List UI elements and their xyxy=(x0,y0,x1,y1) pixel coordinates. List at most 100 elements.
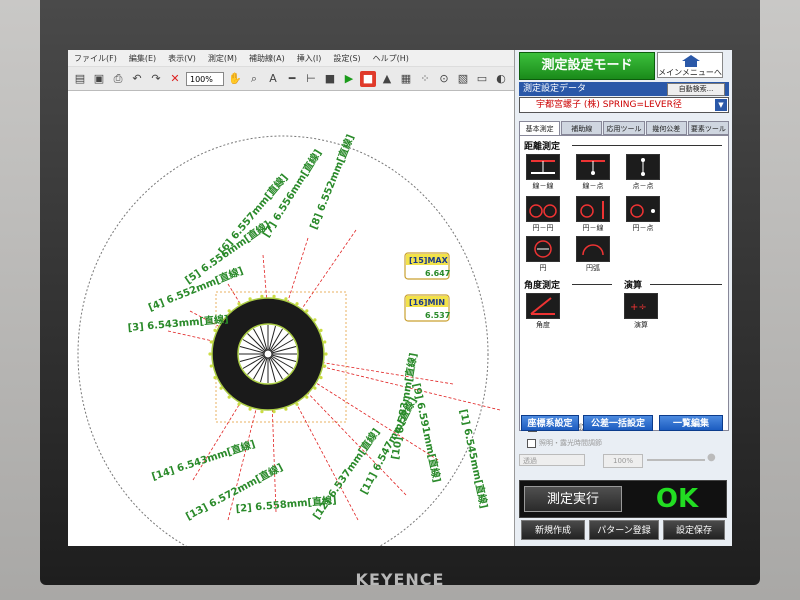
main-menu-button[interactable]: メインメニューへ xyxy=(657,52,723,78)
part-tooth xyxy=(272,410,276,414)
menu-measure[interactable]: 測定(M) xyxy=(202,53,243,64)
undo-icon[interactable]: ↶ xyxy=(129,71,145,87)
toolbar: ▤ ▣ ⎙ ↶ ↷ ✕ 100% ✋ ⌕ A ━ ⊢ ■ ▶ ■ ▲ ▦ ⁘ ⊙… xyxy=(68,67,514,91)
part-tooth xyxy=(305,309,309,313)
part-tooth xyxy=(313,386,317,390)
tool-circle[interactable] xyxy=(526,236,560,262)
measurement-label: [1] 6.545mm[直線] xyxy=(457,408,491,510)
save-settings-button[interactable]: 設定保存 xyxy=(663,520,725,540)
grid-icon[interactable]: ▦ xyxy=(398,71,414,87)
max-value: 6.647 xyxy=(425,269,450,278)
target-icon[interactable]: ⊙ xyxy=(436,71,452,87)
hand-icon[interactable]: ✋ xyxy=(227,71,243,87)
tool-label: 線－線 xyxy=(532,182,554,190)
tool-arc[interactable] xyxy=(576,236,610,262)
tool-angle[interactable] xyxy=(526,293,560,319)
print-icon[interactable]: ⎙ xyxy=(110,71,126,87)
new-button[interactable]: 新規作成 xyxy=(521,520,585,540)
pattern-register-button[interactable]: パターン登録 xyxy=(589,520,659,540)
part-tooth xyxy=(260,410,264,414)
part-tooth xyxy=(284,407,288,411)
part-tooth xyxy=(209,364,213,368)
contrast-icon[interactable]: ◐ xyxy=(493,71,509,87)
part-tooth xyxy=(227,309,231,313)
menu-bar: ファイル(F) 編集(E) 表示(V) 測定(M) 補助線(A) 挿入(I) 設… xyxy=(68,50,514,67)
zoom-icon[interactable]: ⌕ xyxy=(246,71,262,87)
tool-label: 円 xyxy=(539,264,547,272)
distance-section-title: 距離測定 xyxy=(524,142,561,152)
lighting-option: 照明・露光時間調節 xyxy=(527,438,602,448)
part-tooth xyxy=(213,375,217,380)
window-icon[interactable]: ▭ xyxy=(474,71,490,87)
lighting-percent: 100% xyxy=(603,454,643,468)
image-icon[interactable]: ▧ xyxy=(455,71,471,87)
part-tooth xyxy=(219,386,223,390)
execute-measure-button[interactable]: 測定実行 xyxy=(524,486,622,512)
circle-icon xyxy=(534,240,552,258)
min-tag: [16]MIN xyxy=(409,298,445,307)
part-tooth xyxy=(313,318,317,322)
angle-icon xyxy=(530,297,555,315)
part-tooth xyxy=(324,352,328,356)
basic-measurement-panel: 距離測定 線－線 線－点 点－点 円－円 円－線 円－点 円 円弧 角度測定 演… xyxy=(519,135,729,432)
tab-element[interactable]: 要素ツール xyxy=(687,121,730,135)
fill-icon[interactable]: ■ xyxy=(322,71,338,87)
tab-basic[interactable]: 基本測定 xyxy=(519,121,561,135)
tool-circle-point[interactable] xyxy=(626,196,660,222)
auto-search-button[interactable]: 自動検索... xyxy=(667,83,725,96)
menu-auxline[interactable]: 補助線(A) xyxy=(243,53,291,64)
redo-icon[interactable]: ↷ xyxy=(148,71,164,87)
result-status: OK xyxy=(655,484,699,514)
chevron-down-icon[interactable]: ▼ xyxy=(715,99,727,111)
measurement-label: [9] 6.591mm[直線] xyxy=(410,382,444,484)
menu-edit[interactable]: 編集(E) xyxy=(123,53,162,64)
tab-auxline[interactable]: 補助線 xyxy=(561,121,603,135)
measurement-canvas[interactable]: [3] 6.543mm[直線] [4] 6.552mm[直線] [5] 6.556m… xyxy=(68,92,514,546)
part-tooth xyxy=(248,407,252,411)
stop-icon[interactable]: ■ xyxy=(360,70,376,87)
execute-area: 測定実行 OK xyxy=(519,480,727,518)
tab-applied[interactable]: 応用ツール xyxy=(603,121,645,135)
list-edit-button[interactable]: 一覧編集 xyxy=(659,415,723,431)
measurement-drawing: [3] 6.543mm[直線][4] 6.552mm[直線][5] 6.556m… xyxy=(77,132,501,546)
save-icon[interactable]: ▣ xyxy=(91,71,107,87)
menu-file[interactable]: ファイル(F) xyxy=(68,53,123,64)
menu-insert[interactable]: 挿入(I) xyxy=(291,53,328,64)
tolerance-batch-button[interactable]: 公差一括設定 xyxy=(583,415,653,431)
menu-view[interactable]: 表示(V) xyxy=(162,53,202,64)
divider xyxy=(572,145,722,146)
min-value: 6.537 xyxy=(425,311,450,320)
tool-circle-circle[interactable] xyxy=(526,196,560,222)
menu-help[interactable]: ヘルプ(H) xyxy=(367,53,415,64)
dots-icon[interactable]: ⁘ xyxy=(417,71,433,87)
line-icon[interactable]: ━ xyxy=(284,71,300,87)
part-tooth xyxy=(295,402,299,406)
tool-calc[interactable]: +÷ xyxy=(624,293,658,319)
tool-circle-line[interactable] xyxy=(576,196,610,222)
settings-data-select[interactable]: 宇都宮螺子 (株) SPRING=LEVER径 ▼ xyxy=(519,97,729,113)
circle-point-icon xyxy=(630,204,655,218)
tab-geometric[interactable]: 幾何公差 xyxy=(645,121,687,135)
tool-line-point[interactable] xyxy=(576,154,610,180)
zoom-select[interactable]: 100% xyxy=(186,71,224,86)
menu-settings[interactable]: 設定(S) xyxy=(327,53,366,64)
tool-line-line[interactable] xyxy=(526,154,560,180)
lighting-label: 照明・露光時間調節 xyxy=(539,439,602,447)
ruler-icon[interactable]: ⊢ xyxy=(303,71,319,87)
open-icon[interactable]: ▤ xyxy=(72,71,88,87)
part-tooth xyxy=(213,328,217,333)
part-tooth xyxy=(248,297,252,301)
tool-point-point[interactable] xyxy=(626,154,660,180)
measurement-label: [8] 6.552mm[直線] xyxy=(307,132,357,231)
point-point-icon xyxy=(641,158,645,176)
tab-bar: 基本測定 補助線 応用ツール 幾何公差 要素ツール xyxy=(519,121,730,135)
line-line-icon xyxy=(531,160,555,174)
part-tooth xyxy=(272,294,276,298)
angle-section-title: 角度測定 xyxy=(524,281,561,291)
coordinate-setting-button[interactable]: 座標系設定 xyxy=(521,415,579,431)
divider xyxy=(650,284,722,285)
warning-icon[interactable]: ▲ xyxy=(379,71,395,87)
delete-icon[interactable]: ✕ xyxy=(167,71,183,87)
text-icon[interactable]: A xyxy=(265,71,281,87)
play-icon[interactable]: ▶ xyxy=(341,71,357,87)
